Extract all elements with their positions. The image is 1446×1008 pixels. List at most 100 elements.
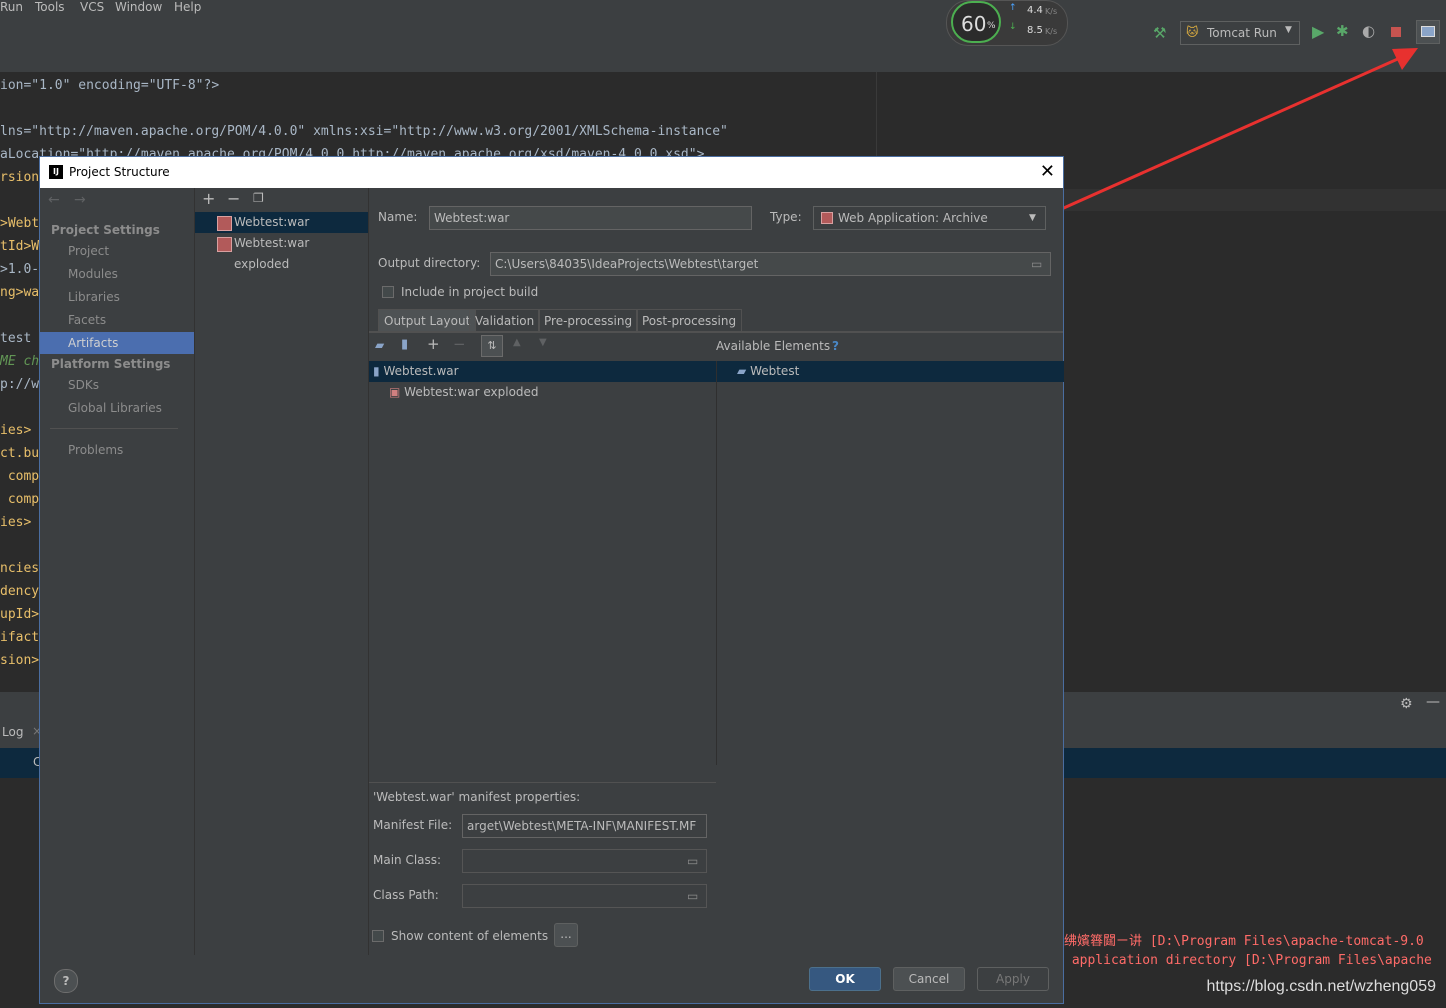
available-elements-label: Available Elements [716,339,831,353]
tree-node-label: Webtest:war exploded [404,385,539,399]
add-archive-icon[interactable]: ▮ [401,337,408,352]
arrow-shaft [1047,56,1401,217]
nav-item-problems[interactable]: Problems [40,439,194,461]
nav-item-libraries[interactable]: Libraries [40,286,194,308]
nav-item-project[interactable]: Project [40,240,194,262]
copy-icon[interactable]: ❐ [253,191,264,205]
nav-item-modules[interactable]: Modules [40,263,194,285]
tree-node-exploded[interactable]: ▣ Webtest:war exploded [389,382,539,403]
menu-help[interactable]: Help [174,0,201,14]
show-content-checkbox[interactable] [372,930,384,942]
main-class-field[interactable]: ▭ [462,849,707,873]
war-exploded-icon: ▣ [389,385,401,399]
tab-post-processing[interactable]: Post-processing [636,309,743,331]
add-icon[interactable]: + [202,189,215,208]
tomcat-icon: 🐱 [1186,25,1199,39]
log-tab[interactable]: Log [2,725,23,739]
cpu-percent-sign: % [987,21,996,31]
war-archive-icon [217,216,232,231]
tree-node-module[interactable]: ▰ Webtest [737,361,799,382]
stop-icon[interactable] [1391,27,1401,37]
download-speed: 8.5 [1027,25,1043,36]
nav-divider [50,428,178,429]
coverage-icon[interactable]: ◐ [1362,22,1375,40]
tree-node-label: Webtest.war [383,364,459,378]
remove-icon[interactable]: − [227,189,240,208]
nav-item-sdks[interactable]: SDKs [40,374,194,396]
folder-icon[interactable]: ▭ [687,850,698,872]
cancel-button[interactable]: Cancel [893,967,965,991]
tree-node-war[interactable]: ▮ Webtest.war [373,361,459,382]
sort-elements-button[interactable]: ⇅ [481,335,503,357]
code-line: test [0,331,32,346]
war-archive-icon [821,212,833,224]
menu-run[interactable]: Run [0,0,23,14]
manifest-file-field[interactable]: arget\Webtest\META-INF\MANIFEST.MF [462,814,707,838]
class-path-field[interactable]: ▭ [462,884,707,908]
forward-arrow-icon[interactable]: → [74,192,86,208]
gear-icon[interactable]: ⚙ [1400,696,1413,712]
artifact-tabs: Output Layout Validation Pre-processing … [378,309,778,331]
folder-icon[interactable]: ▭ [687,885,698,907]
project-structure-dialog: IJ Project Structure ✕ ← → Project Setti… [39,156,1064,1004]
apply-button[interactable]: Apply [977,967,1049,991]
output-layout-panel: ▰ ▮ + − ⇅ ▲ ▼ Available Elements ? ▮ Web… [369,331,1064,765]
code-line: ies> [0,515,32,530]
create-directory-icon[interactable]: ▰ [375,338,384,352]
available-elements-help[interactable]: ? [832,339,839,353]
code-line: upId> [0,607,40,622]
run-config-label: Tomcat Run [1207,26,1277,40]
tab-output-layout[interactable]: Output Layout [378,309,477,331]
war-exploded-icon [217,237,232,252]
name-field[interactable]: Webtest:war [429,206,752,230]
back-arrow-icon[interactable]: ← [48,192,60,208]
chevron-down-icon: ▼ [1029,213,1036,223]
show-content-options-button[interactable]: ... [554,923,578,947]
upload-unit: K/s [1045,7,1058,16]
minimize-icon[interactable]: — [1426,694,1440,710]
type-dropdown[interactable]: Web Application: Archive ▼ [813,206,1046,230]
artifact-item[interactable]: Webtest:war exploded [195,233,368,271]
artifact-label: Webtest:war [234,215,310,229]
main-class-label: Main Class: [373,853,442,867]
settings-nav: ← → Project Settings Project Modules Lib… [40,188,195,955]
code-line: ifact [0,630,40,645]
run-icon[interactable]: ▶ [1312,22,1324,41]
folder-icon[interactable]: ▭ [1031,253,1042,275]
output-directory-value: C:\Users\84035\IdeaProjects\Webtest\targ… [495,257,759,271]
menu-vcs[interactable]: VCS [80,0,104,14]
include-in-build-checkbox[interactable] [382,286,394,298]
type-value: Web Application: Archive [838,211,988,225]
nav-item-global-libraries[interactable]: Global Libraries [40,397,194,419]
output-directory-field[interactable]: C:\Users\84035\IdeaProjects\Webtest\targ… [490,252,1051,276]
output-layout-tree: ▮ Webtest.war ▣ Webtest:war exploded [369,361,716,765]
artifact-item[interactable]: Webtest:war [195,212,368,233]
remove-icon[interactable]: − [453,335,466,353]
debug-icon[interactable]: ✱ [1336,22,1349,40]
code-line: dency [0,584,40,599]
upload-arrow-icon: ↑ [1009,3,1017,13]
class-path-label: Class Path: [373,888,439,902]
menu-bar: Run Tools VCS Window Help [0,0,1446,18]
close-icon[interactable]: ✕ [1040,161,1055,182]
move-up-icon[interactable]: ▲ [513,337,521,348]
help-button[interactable]: ? [54,969,78,993]
chevron-down-icon: ▼ [1285,25,1292,35]
code-line: ies> [0,423,32,438]
module-folder-icon: ▰ [737,364,747,378]
menu-window[interactable]: Window [115,0,162,14]
menu-tools[interactable]: Tools [35,0,65,14]
tab-pre-processing[interactable]: Pre-processing [538,309,639,331]
move-down-icon[interactable]: ▼ [539,337,547,348]
watermark: https://blog.csdn.net/wzheng059 [1206,978,1437,995]
cpu-percent: 60 [961,12,987,36]
code-line: ion="1.0" encoding="UTF-8"?> [0,78,220,93]
nav-item-facets[interactable]: Facets [40,309,194,331]
add-copy-icon[interactable]: + [427,335,440,353]
code-line: lns="http://maven.apache.org/POM/4.0.0" … [0,124,728,139]
nav-item-artifacts[interactable]: Artifacts [40,332,194,354]
ok-button[interactable]: OK [809,967,881,991]
tab-validation[interactable]: Validation [469,309,541,331]
tree-node-label: Webtest [750,364,800,378]
project-structure-icon [1421,26,1435,37]
